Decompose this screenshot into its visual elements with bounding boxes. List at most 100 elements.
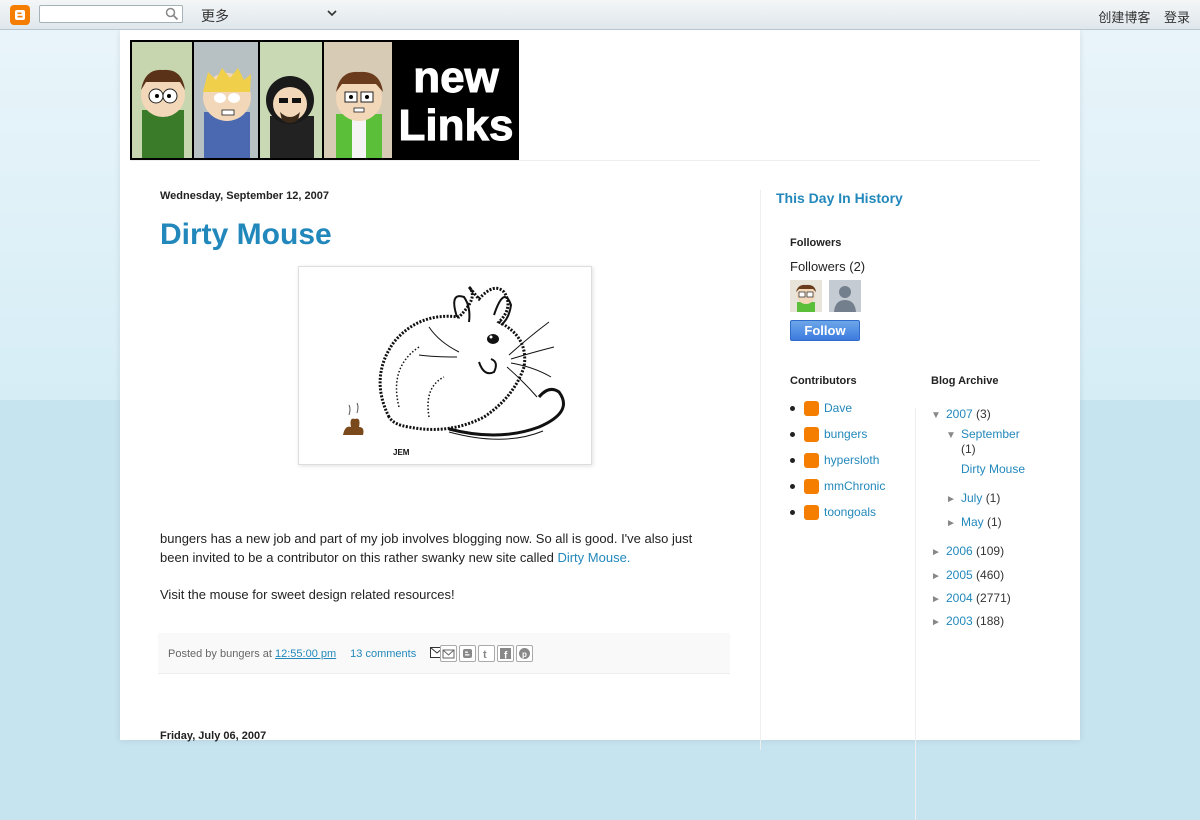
blogger-profile-icon bbox=[804, 427, 819, 442]
sidebar-divider bbox=[760, 190, 761, 750]
share-buttons: t f p bbox=[440, 645, 535, 663]
post-paragraph-2: Visit the mouse for sweet design related… bbox=[160, 587, 455, 602]
archive-link[interactable]: 2006 bbox=[946, 544, 973, 558]
blog-archive-widget: Blog Archive ▼ 2007 (3) ▼ September (1) Di… bbox=[931, 375, 1051, 628]
sidebar-column-divider bbox=[915, 408, 916, 820]
contributors-widget: Contributors Dave bungers hypersloth mmC… bbox=[790, 375, 915, 531]
archive-post-dirty-mouse[interactable]: Dirty Mouse bbox=[961, 462, 1025, 476]
blogger-profile-icon bbox=[804, 505, 819, 520]
sign-in-link[interactable]: 登录 bbox=[1164, 10, 1190, 25]
archive-link[interactable]: 2007 bbox=[946, 407, 973, 421]
archive-count: (3) bbox=[976, 407, 991, 421]
more-menu[interactable]: 更多 bbox=[201, 6, 229, 26]
archive-count: (2771) bbox=[976, 591, 1011, 605]
blogger-icon[interactable] bbox=[10, 5, 30, 25]
blogger-navbar: 更多 创建博客 登录 bbox=[0, 0, 1200, 30]
post-date: Wednesday, September 12, 2007 bbox=[160, 190, 329, 202]
contributor-link[interactable]: mmChronic bbox=[824, 479, 885, 493]
banner-title-line1: new bbox=[413, 53, 499, 102]
post-date-2: Friday, July 06, 2007 bbox=[160, 730, 267, 742]
expand-triangle-icon[interactable]: ► bbox=[931, 617, 946, 628]
archive-count: (1) bbox=[987, 515, 1002, 529]
sidebar: This Day In History Followers Followers … bbox=[776, 190, 1076, 820]
contributor-item: bungers bbox=[790, 427, 915, 453]
blogger-profile-icon bbox=[804, 453, 819, 468]
followers-title: Followers bbox=[790, 237, 842, 249]
contributor-item: Dave bbox=[790, 401, 915, 427]
svg-text:t: t bbox=[483, 649, 487, 661]
search-icon[interactable] bbox=[165, 7, 179, 21]
archive-count-september: (1) bbox=[961, 442, 976, 456]
share-pinterest-icon[interactable]: p bbox=[516, 645, 533, 662]
expand-triangle-icon[interactable]: ► bbox=[946, 518, 961, 529]
archive-year-2006[interactable]: ► 2006 (109) bbox=[931, 544, 1004, 558]
archive-year-2003[interactable]: ► 2003 (188) bbox=[931, 614, 1004, 628]
blogger-profile-icon bbox=[804, 401, 819, 416]
contributor-item: toongoals bbox=[790, 505, 915, 531]
share-blogger-icon[interactable] bbox=[459, 645, 476, 662]
contributor-item: hypersloth bbox=[790, 453, 915, 479]
search-input[interactable] bbox=[40, 6, 166, 22]
comments-link[interactable]: 13 comments bbox=[350, 648, 416, 660]
archive-link[interactable]: May bbox=[961, 515, 984, 529]
main-column: Wednesday, September 12, 2007 Dirty Mous… bbox=[158, 190, 732, 742]
expand-triangle-icon[interactable]: ► bbox=[931, 594, 946, 605]
post-paragraph-1: bungers has a new job and part of my job… bbox=[160, 531, 693, 565]
share-twitter-icon[interactable]: t bbox=[478, 645, 495, 662]
follow-button[interactable]: Follow bbox=[790, 320, 860, 341]
archive-link[interactable]: September bbox=[961, 427, 1020, 441]
post-timestamp-link[interactable]: 12:55:00 pm bbox=[275, 648, 336, 660]
post-image[interactable]: JEM bbox=[298, 266, 592, 465]
archive-count: (1) bbox=[985, 491, 1001, 505]
follower-avatar-default[interactable] bbox=[829, 280, 862, 312]
archive-year-2007[interactable]: ▼ 2007 (3) bbox=[931, 407, 991, 421]
expand-triangle-icon[interactable]: ► bbox=[931, 571, 946, 582]
archive-count: (188) bbox=[976, 614, 1005, 628]
contributor-link[interactable]: bungers bbox=[824, 427, 867, 441]
blog-page: new Links Wednesday, September 12, 2007 … bbox=[120, 30, 1080, 820]
archive-year-2004[interactable]: ► 2004 (2771) bbox=[931, 591, 1011, 605]
mouse-illustration: JEM bbox=[343, 285, 565, 457]
archive-title: Blog Archive bbox=[931, 375, 999, 387]
follower-avatars bbox=[790, 280, 990, 312]
contributor-item: mmChronic bbox=[790, 479, 915, 505]
archive-link[interactable]: 2003 bbox=[946, 614, 973, 628]
create-blog-link[interactable]: 创建博客 bbox=[1098, 10, 1150, 25]
post-footer: Posted by bungers at 12:55:00 pm 13 comme… bbox=[158, 633, 730, 674]
collapse-triangle-icon[interactable]: ▼ bbox=[931, 410, 946, 421]
archive-month-september[interactable]: ▼ September bbox=[946, 427, 1020, 441]
expand-triangle-icon[interactable]: ► bbox=[946, 494, 961, 505]
contributor-link[interactable]: hypersloth bbox=[824, 453, 879, 467]
contributor-link[interactable]: toongoals bbox=[824, 505, 876, 519]
expand-triangle-icon[interactable]: ► bbox=[931, 547, 946, 558]
svg-text:p: p bbox=[522, 650, 527, 659]
contributors-title: Contributors bbox=[790, 375, 857, 387]
followers-count: Followers (2) bbox=[790, 259, 866, 274]
post-body: bungers has a new job and part of my job… bbox=[160, 529, 720, 604]
archive-month-july[interactable]: ► July (1) bbox=[946, 491, 1000, 505]
archive-link[interactable]: July bbox=[961, 491, 982, 505]
archive-count: (460) bbox=[976, 568, 1005, 582]
archive-count: (109) bbox=[976, 544, 1005, 558]
archive-year-2005[interactable]: ► 2005 (460) bbox=[931, 568, 1004, 582]
image-signature: JEM bbox=[393, 448, 410, 457]
this-day-in-history-title[interactable]: This Day In History bbox=[776, 190, 1076, 206]
share-facebook-icon[interactable]: f bbox=[497, 645, 514, 662]
search-box bbox=[39, 5, 183, 23]
share-email-icon[interactable] bbox=[440, 645, 457, 662]
archive-post-link[interactable]: Dirty Mouse bbox=[961, 462, 1025, 476]
contributor-link[interactable]: Dave bbox=[824, 401, 852, 415]
banner-title-line2: Links bbox=[399, 101, 514, 150]
archive-month-may[interactable]: ► May (1) bbox=[946, 515, 1002, 529]
chevron-down-icon[interactable] bbox=[326, 7, 338, 19]
archive-link[interactable]: 2004 bbox=[946, 591, 973, 605]
posted-by-label: Posted by bungers at bbox=[168, 648, 276, 660]
archive-link[interactable]: 2005 bbox=[946, 568, 973, 582]
follower-avatar[interactable] bbox=[790, 280, 822, 312]
header-banner[interactable]: new Links bbox=[130, 40, 519, 160]
post-title[interactable]: Dirty Mouse bbox=[160, 218, 732, 252]
blogger-profile-icon bbox=[804, 479, 819, 494]
dirty-mouse-link[interactable]: Dirty Mouse. bbox=[557, 550, 630, 565]
collapse-triangle-icon[interactable]: ▼ bbox=[946, 430, 961, 441]
followers-widget: Followers Followers (2) Follow bbox=[790, 237, 990, 341]
